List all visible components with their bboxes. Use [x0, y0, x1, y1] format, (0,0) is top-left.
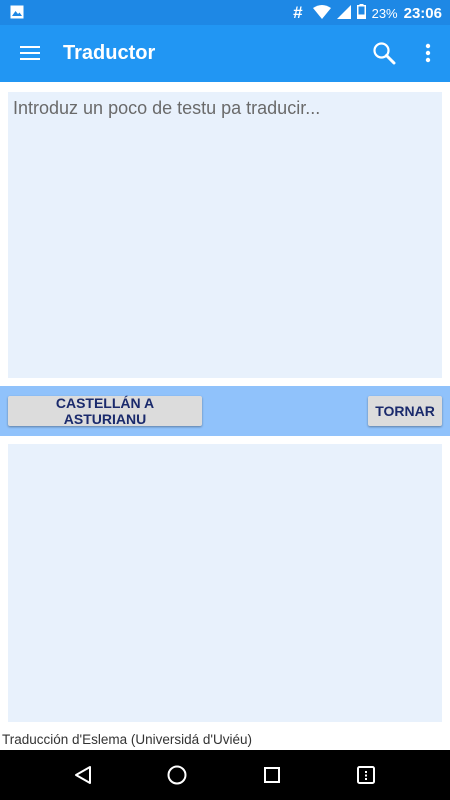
- more-vert-icon[interactable]: [412, 33, 444, 73]
- recents-icon[interactable]: [259, 762, 285, 788]
- navigation-bar: [0, 750, 450, 800]
- app-title: Traductor: [63, 42, 156, 64]
- battery-icon: [356, 4, 366, 22]
- search-icon[interactable]: [364, 33, 404, 73]
- signal-icon: [336, 4, 351, 22]
- battery-percent: 23%: [371, 5, 398, 21]
- hamburger-menu-icon[interactable]: [10, 33, 50, 73]
- clock: 23:06: [403, 4, 442, 22]
- translation-controls: CASTELLÁN A ASTURIANU TORNAR: [0, 386, 450, 436]
- image-notification-icon: [10, 5, 24, 24]
- credit-text: Traducción d'Eslema (Universidá d'Uviéu): [2, 732, 253, 747]
- translation-output: [8, 444, 442, 722]
- direction-button[interactable]: CASTELLÁN A ASTURIANU: [8, 395, 202, 427]
- back-icon[interactable]: [70, 762, 96, 788]
- app-bar: Traductor: [0, 25, 450, 82]
- wifi-icon: [312, 4, 331, 22]
- status-bar: # 23% 23:06: [0, 0, 450, 25]
- source-text-input[interactable]: [8, 92, 442, 378]
- keyboard-switch-icon[interactable]: [353, 762, 379, 788]
- home-icon[interactable]: [164, 762, 190, 788]
- hash-icon: #: [293, 3, 303, 22]
- status-indicators: # 23% 23:06: [293, 3, 442, 23]
- translate-button[interactable]: TORNAR: [368, 396, 442, 426]
